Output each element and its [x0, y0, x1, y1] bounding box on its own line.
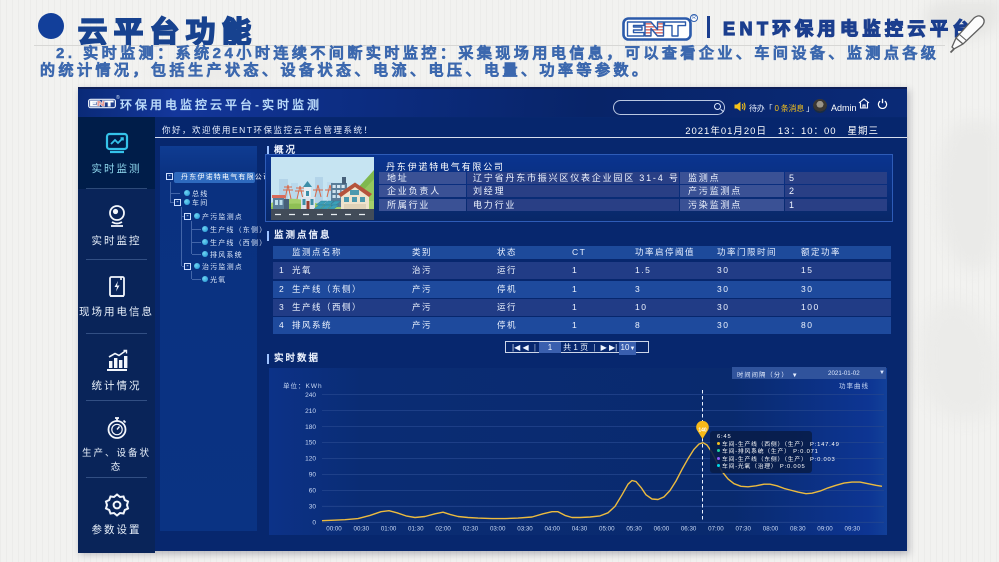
- svg-text:07:30: 07:30: [735, 526, 751, 533]
- svg-text:08:00: 08:00: [763, 526, 779, 533]
- svg-text:04:30: 04:30: [572, 526, 588, 533]
- svg-text:90: 90: [309, 472, 317, 479]
- svg-text:08:30: 08:30: [790, 526, 806, 533]
- svg-text:03:00: 03:00: [490, 526, 506, 533]
- svg-text:0: 0: [312, 520, 316, 527]
- svg-text:00:30: 00:30: [354, 526, 370, 533]
- svg-text:210: 210: [305, 408, 316, 415]
- svg-text:04:00: 04:00: [544, 526, 560, 533]
- svg-text:240: 240: [305, 392, 316, 399]
- svg-text:03:30: 03:30: [517, 526, 533, 533]
- svg-text:180: 180: [305, 424, 316, 431]
- svg-text:05:30: 05:30: [626, 526, 642, 533]
- svg-text:06:00: 06:00: [654, 526, 670, 533]
- svg-text:60: 60: [309, 488, 317, 495]
- svg-text:00:00: 00:00: [326, 526, 342, 533]
- svg-text:09:30: 09:30: [845, 526, 861, 533]
- svg-text:09:00: 09:00: [817, 526, 833, 533]
- svg-text:02:30: 02:30: [463, 526, 479, 533]
- svg-text:05:00: 05:00: [599, 526, 615, 533]
- svg-text:01:30: 01:30: [408, 526, 424, 533]
- svg-text:140: 140: [698, 428, 707, 434]
- svg-text:02:00: 02:00: [435, 526, 451, 533]
- svg-text:07:00: 07:00: [708, 526, 724, 533]
- svg-text:01:00: 01:00: [381, 526, 397, 533]
- svg-text:30: 30: [309, 504, 317, 511]
- svg-text:150: 150: [305, 440, 316, 447]
- svg-text:06:30: 06:30: [681, 526, 697, 533]
- svg-text:120: 120: [305, 456, 316, 463]
